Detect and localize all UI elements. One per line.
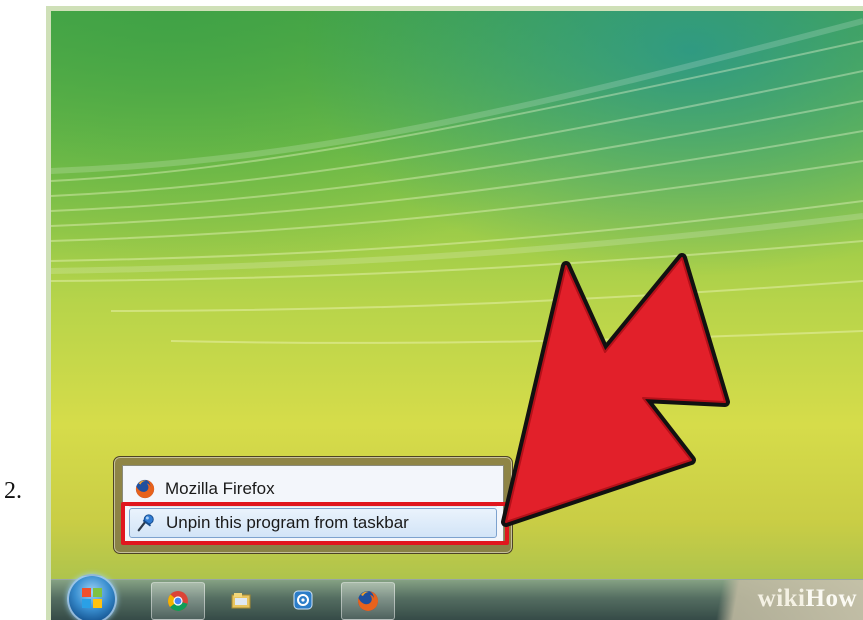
- red-arrow-annotation: [501, 253, 730, 527]
